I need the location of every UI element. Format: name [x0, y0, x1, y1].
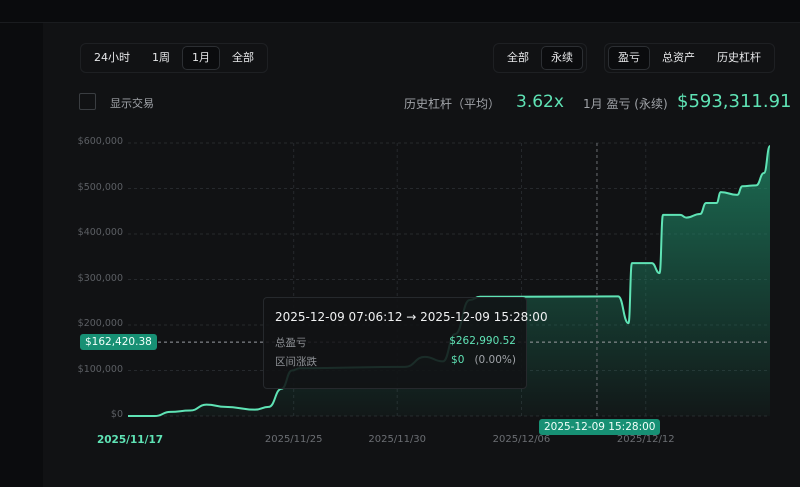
y-tick-label: $300,000	[77, 272, 123, 284]
tooltip-change: $0 (0.00%)	[451, 354, 516, 366]
tooltip-change-value: $0	[451, 354, 465, 366]
y-tick-label: $400,000	[77, 227, 123, 238]
crosshair-y-label: $162,420.38	[80, 334, 157, 351]
y-tick-label: $500,000	[77, 181, 123, 193]
x-tick-label: 2025/11/17	[96, 434, 164, 446]
tooltip-range: 2025-12-09 07:06:12 → 2025-12-09 15:28:0…	[275, 310, 548, 324]
y-tick-label: $0	[110, 409, 123, 420]
x-tick-label: 2025/12/06	[492, 434, 551, 445]
y-tick-label: $200,000	[77, 318, 123, 329]
tooltip-change-pct: (0.00%)	[474, 354, 516, 366]
y-tick-label: $100,000	[77, 363, 123, 375]
x-tick-label: 2025/12/12	[616, 434, 675, 445]
x-tick-label: 2025/11/25	[264, 434, 323, 445]
tooltip-total-pnl-label: 总盈亏	[275, 337, 307, 349]
crosshair-x-label: 2025-12-09 15:28:00	[538, 419, 661, 435]
x-tick-label: 2025/11/30	[368, 434, 427, 445]
chart-tooltip: 2025-12-09 07:06:12 → 2025-12-09 15:28:0…	[263, 297, 548, 389]
tooltip-total-pnl-value: $262,990.52	[449, 335, 516, 347]
tooltip-change-label: 区间涨跌	[275, 356, 317, 368]
y-tick-label: $600,000	[77, 136, 123, 147]
